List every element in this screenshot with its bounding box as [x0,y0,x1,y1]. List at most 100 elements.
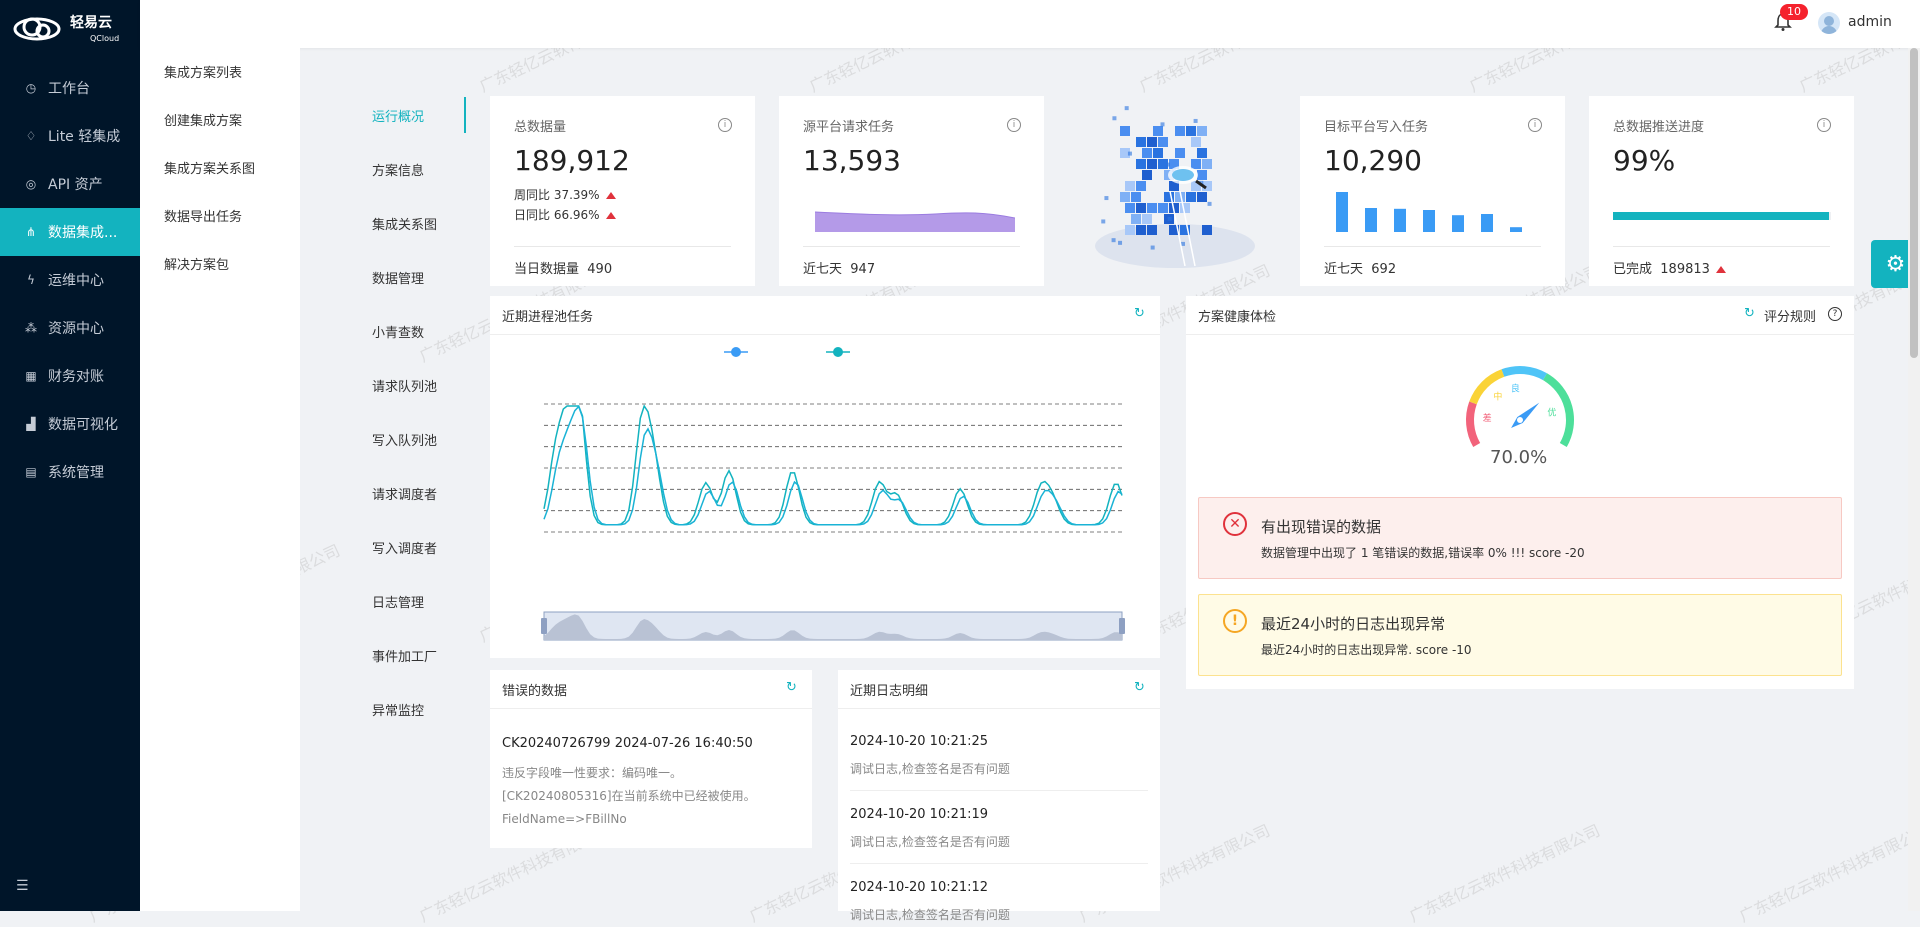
info-icon[interactable]: i [1817,118,1831,132]
cube-particle [1127,151,1132,156]
sidebar-item-3[interactable]: ◎ API 资产 [0,160,140,208]
submenu-item[interactable]: 解决方案包 [164,254,229,273]
refresh-icon[interactable]: ↻ [1134,680,1145,695]
tab-2[interactable]: 方案信息 [372,160,424,179]
tab-11[interactable]: 事件加工厂 [372,646,437,665]
data-zoom-handle[interactable] [1119,618,1125,634]
cube [1147,225,1157,235]
submenu-item[interactable]: 集成方案关系图 [164,158,255,177]
push-progress-card: 总数据推送进度 i 99% 已完成 189813 [1589,96,1854,286]
username[interactable]: admin [1848,14,1892,30]
tab-9[interactable]: 写入调度者 [372,538,437,557]
info-icon[interactable]: i [1007,118,1021,132]
refresh-icon[interactable]: ↻ [786,680,797,695]
tab-4[interactable]: 数据管理 [372,268,424,287]
footer-value: 490 [587,262,613,277]
card-title: 源平台请求任务 [803,120,895,135]
cube-particle [1111,238,1116,243]
brand-logo[interactable]: 轻易云 QCloud [12,12,132,52]
gauge-segment [1501,366,1547,381]
gauge-center [1517,417,1523,423]
tab-1[interactable]: 运行概况 [372,106,424,125]
help-icon[interactable]: ? [1828,307,1842,321]
cube [1125,225,1135,235]
watermark-text: 广东轻亿云软件科技有限公司 [1736,820,1920,926]
close-circle-icon: ✕ [1223,512,1247,536]
chart-icon: ▟ [26,417,36,431]
gauge-needle [1511,402,1540,429]
sidebar-item-1[interactable]: ◷ 工作台 [0,64,140,112]
sidebar-item-2[interactable]: ♢ Lite 轻集成 [0,112,140,160]
card-title: 总数据量 [514,120,567,135]
sidebar-item-label: 运维中心 [48,273,104,289]
panel-title: 方案健康体检 [1198,310,1277,325]
avatar[interactable] [1818,12,1840,34]
secondary-menu: 集成方案列表 创建集成方案 集成方案关系图 数据导出任务 解决方案包 [140,48,300,911]
process-pool-panel: 近期进程池任务 ↻ [490,296,1160,658]
error-line: FieldName=>FBillNo [502,812,627,826]
cube [1180,203,1190,213]
cube [1131,192,1141,202]
sidebar-item-6[interactable]: ⁂ 资源中心 [0,304,140,352]
cube [1136,181,1146,191]
info-icon[interactable]: i [1528,118,1542,132]
divider [803,246,1020,247]
tab-5[interactable]: 小青查数 [372,322,424,341]
submenu-item[interactable]: 数据导出任务 [164,206,242,225]
cube [1186,192,1196,202]
cube [1142,214,1152,224]
cube-particle [1101,219,1106,224]
error-entry-body: 违反字段唯一性要求：编码唯一。 [CK20240805316]在当前系统中已经被… [502,762,756,831]
legend-marker [833,347,843,357]
sidebar-item-label: 数据集成... [48,225,118,241]
tab-12[interactable]: 异常监控 [372,700,424,719]
cube [1142,148,1152,158]
day-compare: 日同比 66.96% [514,206,616,223]
refresh-icon[interactable]: ↻ [1134,306,1145,321]
submenu-item[interactable]: 集成方案列表 [164,62,242,81]
sidebar-item-4[interactable]: ⋔ 数据集成... [0,208,140,256]
cube-particle [1150,245,1155,250]
health-score: 70.0% [1490,447,1548,468]
scoring-rules-link[interactable]: 评分规则 [1764,306,1816,325]
cube [1142,170,1152,180]
card-title: 目标平台写入任务 [1324,120,1429,135]
health-check-panel: 方案健康体检 ↻ 评分规则 ? 差中良优 70.0% ✕ 有出现错误的数据 数据… [1186,296,1854,689]
cube-particle [1193,118,1198,123]
card-value: 10,290 [1324,144,1422,177]
collapse-menu-icon[interactable]: ☰ [16,878,29,894]
data-zoom-handle[interactable] [541,618,547,634]
scrollbar-thumb[interactable] [1910,48,1918,358]
footer-label: 近七天 [1324,262,1364,277]
sidebar-item-8[interactable]: ▟ 数据可视化 [0,400,140,448]
submenu-item[interactable]: 创建集成方案 [164,110,242,129]
sidebar-item-5[interactable]: ϟ 运维中心 [0,256,140,304]
cube [1175,148,1185,158]
cube [1131,214,1141,224]
sidebar: 轻易云 QCloud ◷ 工作台 ♢ Lite 轻集成 ◎ API 资产 ⋔ 数据集成... ϟ… [0,0,140,911]
brand-name: 轻易云 [70,15,112,31]
tab-6[interactable]: 请求队列池 [372,376,437,395]
refresh-icon[interactable]: ↻ [1744,306,1755,321]
scrollbar[interactable] [1908,48,1920,911]
compass-icon: ◎ [25,177,37,191]
process-line-chart [541,347,1125,641]
sidebar-item-7[interactable]: ▦ 财务对账 [0,352,140,400]
cube [1158,137,1168,147]
divider [1186,334,1854,335]
alert-desc: 数据管理中出现了 1 笔错误的数据,错误率 0% !!! score -20 [1261,546,1585,560]
bulb-icon: ♢ [25,129,37,143]
sidebar-item-9[interactable]: ▤ 系统管理 [0,448,140,496]
legend-marker [731,347,741,357]
info-icon[interactable]: i [718,118,732,132]
tab-8[interactable]: 请求调度者 [372,484,437,503]
total-data-card: 总数据量 i 189,912 周同比 37.39% 日同比 66.96% 当日数… [490,96,755,286]
footer-label: 近七天 [803,262,843,277]
log-message: 调试日志,检查签名是否有问题 [850,835,1010,849]
cube [1147,203,1157,213]
brand-sub: QCloud [90,34,120,43]
tab-10[interactable]: 日志管理 [372,592,424,611]
tab-3[interactable]: 集成关系图 [372,214,437,233]
cube [1125,203,1135,213]
tab-7[interactable]: 写入队列池 [372,430,437,449]
